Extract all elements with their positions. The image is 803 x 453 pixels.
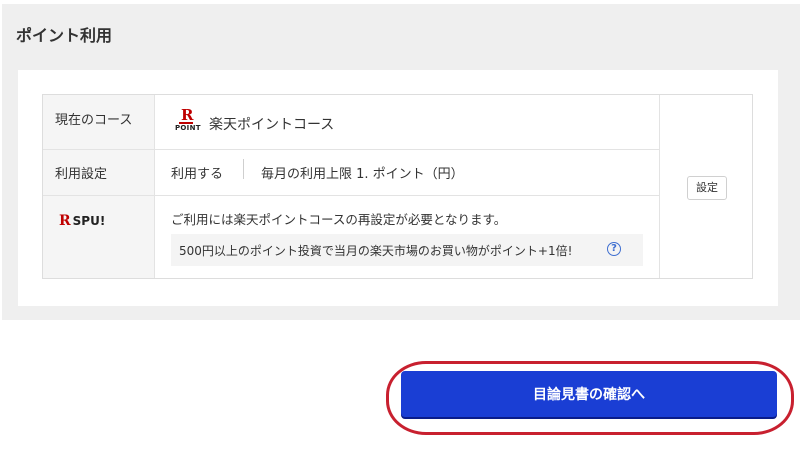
rakuten-point-logo-icon: R POINT xyxy=(173,106,201,135)
course-label: 現在のコース xyxy=(55,113,133,128)
usage-divider xyxy=(243,159,244,179)
section-title: ポイント利用 xyxy=(16,26,113,45)
usage-mode: 利用する xyxy=(171,167,224,182)
usage-label: 利用設定 xyxy=(55,167,108,182)
row-divider xyxy=(43,195,659,196)
spu-info-box: 500円以上のポイント投資で当月の楽天市場のお買い物がポイント+1倍! ? xyxy=(171,234,643,266)
help-icon[interactable]: ? xyxy=(607,242,621,256)
spu-info-text: 500円以上のポイント投資で当月の楽天市場のお買い物がポイント+1倍! xyxy=(179,244,573,258)
setting-button[interactable]: 設定 xyxy=(687,176,727,200)
point-settings-table: 現在のコース R POINT 楽天ポイントコース 利用設定 利用する 毎月の利用… xyxy=(42,94,753,279)
prospectus-confirm-button[interactable]: 目論見書の確認へ xyxy=(401,371,777,417)
point-usage-card: 現在のコース R POINT 楽天ポイントコース 利用設定 利用する 毎月の利用… xyxy=(18,70,778,306)
usage-limit: 毎月の利用上限 1. ポイント（円） xyxy=(261,167,464,182)
spu-logo-icon: R SPU! xyxy=(59,213,105,229)
column-divider xyxy=(659,95,660,278)
point-logo-text: POINT xyxy=(175,124,201,132)
course-value: 楽天ポイントコース xyxy=(209,117,335,133)
spu-notice: ご利用には楽天ポイントコースの再設定が必要となります。 xyxy=(171,212,507,227)
point-usage-section: ポイント利用 現在のコース R POINT 楽天ポイントコース 利用設定 利用す… xyxy=(2,4,800,320)
spu-logo-text: SPU! xyxy=(72,214,106,228)
spu-logo-letter: R xyxy=(59,213,71,229)
row-divider xyxy=(43,149,659,150)
